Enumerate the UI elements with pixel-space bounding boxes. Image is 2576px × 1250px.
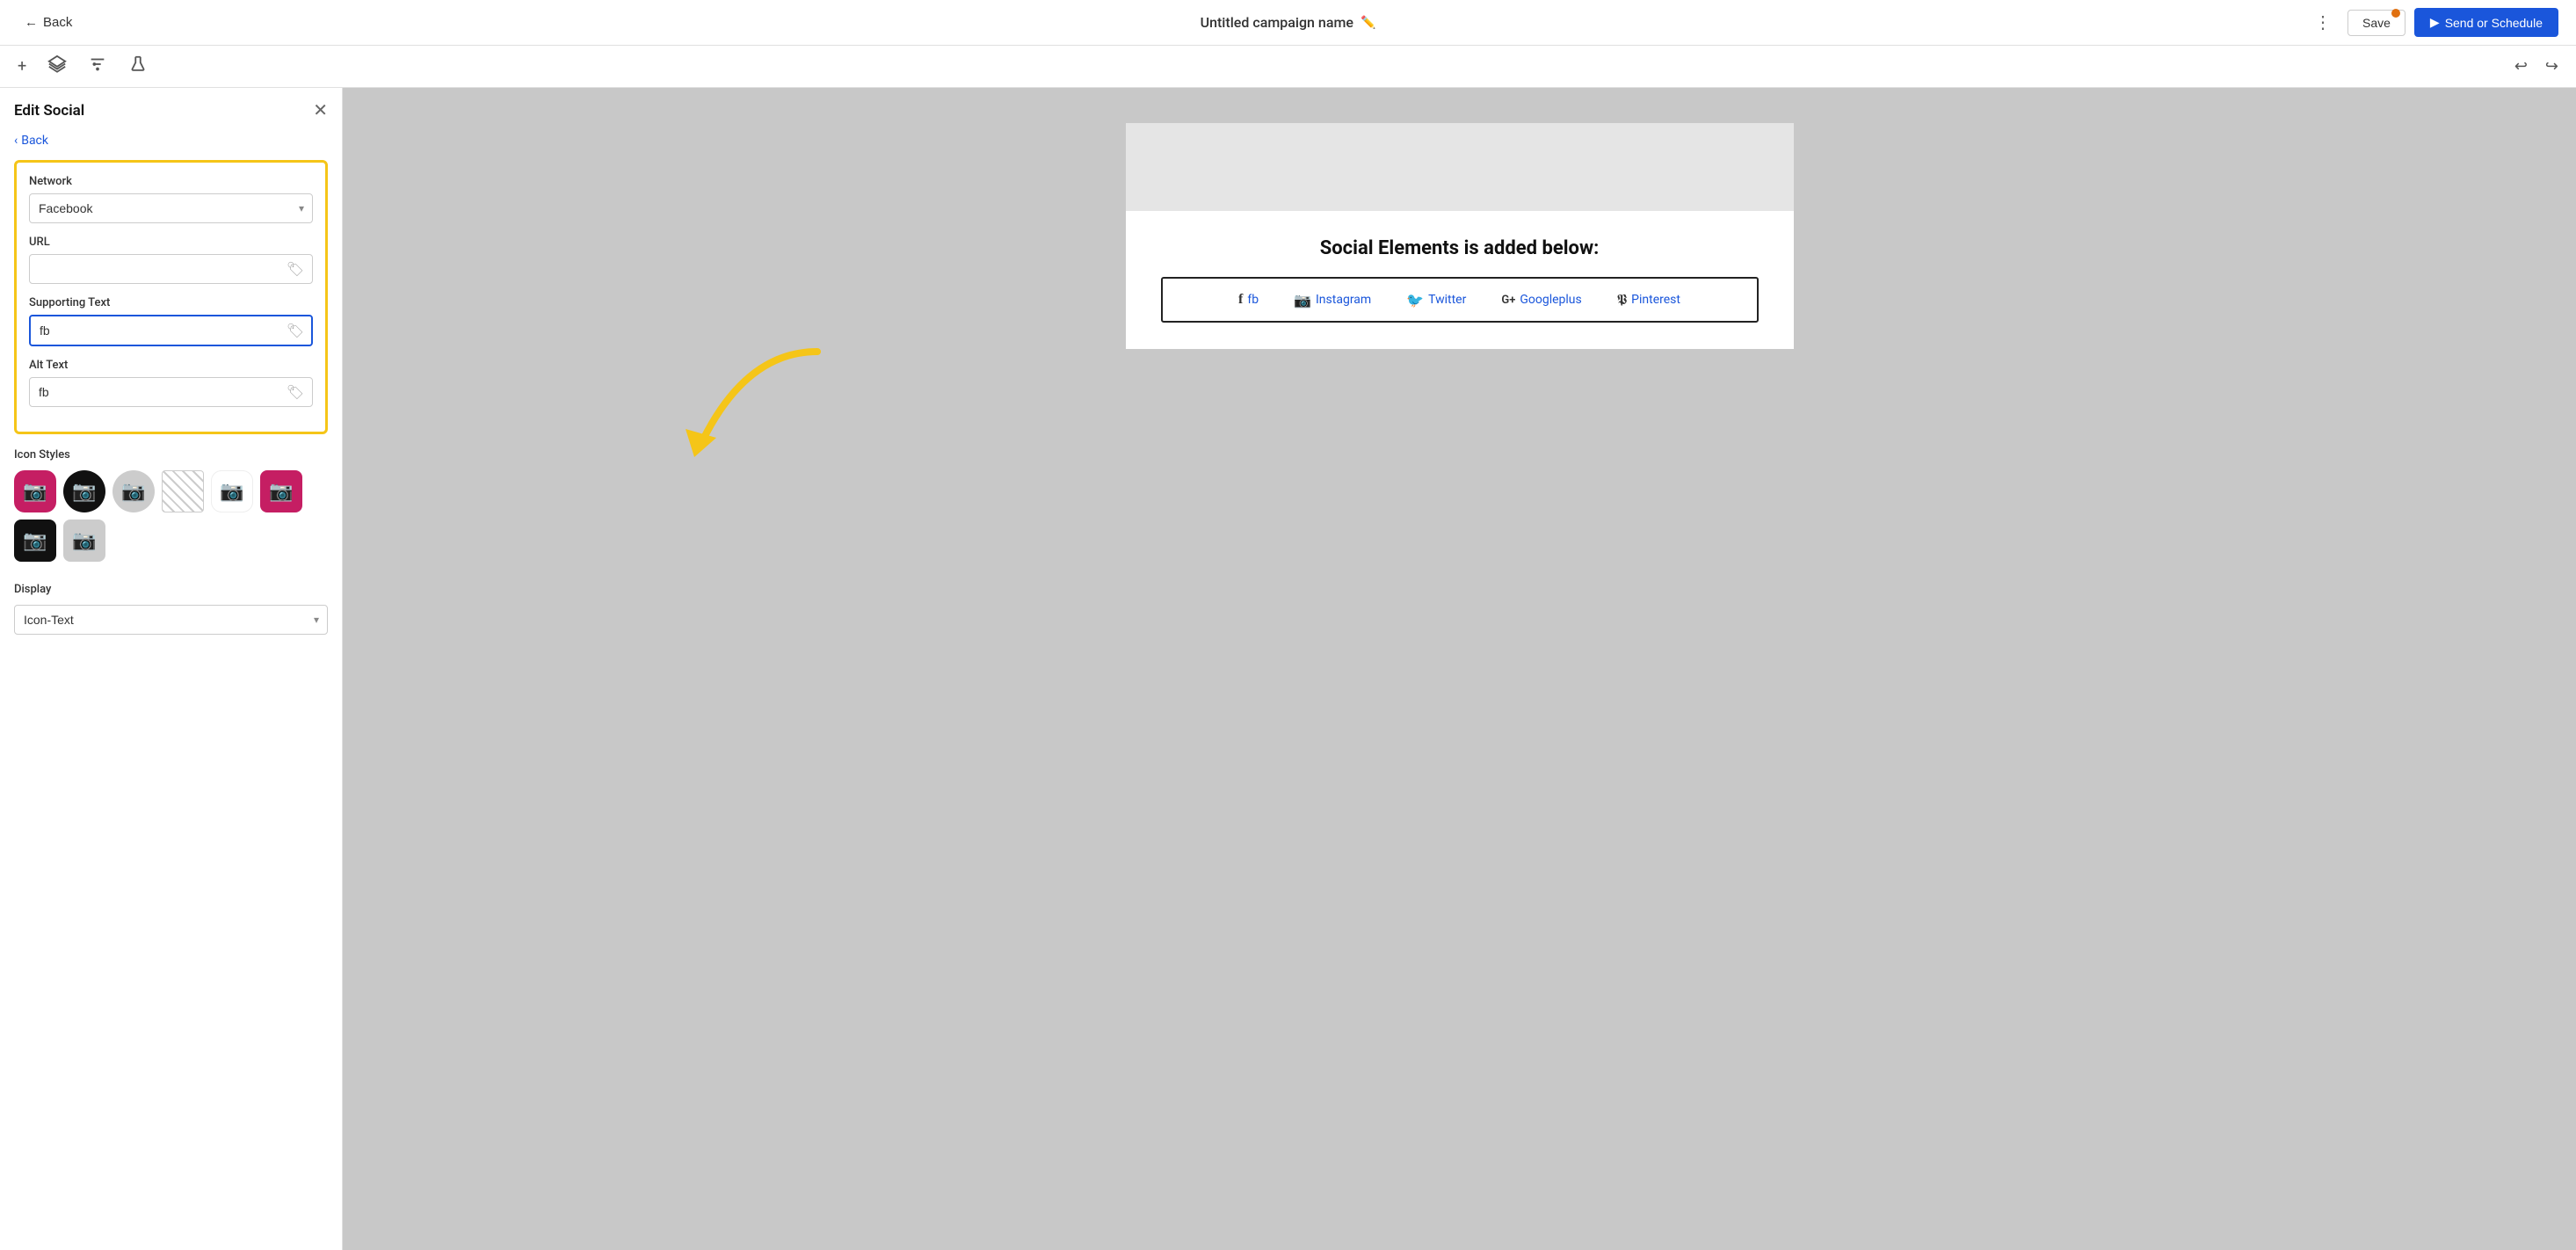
twitter-icon: 🐦: [1406, 292, 1424, 309]
add-element-button[interactable]: +: [14, 54, 30, 79]
send-icon: ▶: [2430, 15, 2440, 30]
arrow-annotation: [677, 334, 835, 478]
url-group: URL 🏷: [29, 236, 313, 284]
icon-style-3-icon: 📷: [121, 481, 145, 503]
display-select-wrapper: Icon-Text Icon Text ▾: [14, 605, 328, 635]
icon-style-2-icon: 📷: [72, 481, 96, 503]
url-input-wrapper: 🏷: [29, 254, 313, 284]
display-label: Display: [14, 583, 328, 596]
edit-pencil-icon[interactable]: ✏️: [1361, 16, 1375, 30]
social-bar-title: Social Elements is added below:: [1126, 211, 1794, 277]
googleplus-icon: G+: [1501, 294, 1515, 307]
alt-text-label: Alt Text: [29, 359, 313, 372]
back-chevron-icon: ‹: [14, 134, 18, 148]
back-link[interactable]: ‹ Back: [14, 134, 328, 148]
network-select-wrapper: Facebook Twitter Instagram LinkedIn Pint…: [29, 193, 313, 223]
sidebar: Edit Social ✕ ‹ Back Network Facebook Tw…: [0, 88, 343, 1250]
social-item-pinterest[interactable]: 𝕻 Pinterest: [1617, 291, 1680, 309]
social-item-googleplus[interactable]: G+ Googleplus: [1501, 293, 1581, 307]
icon-styles-label: Icon Styles: [14, 448, 328, 461]
alt-text-tag-icon: 🏷: [287, 384, 304, 401]
url-tag-icon: 🏷: [287, 261, 304, 278]
undo-icon[interactable]: ↩: [2511, 54, 2531, 79]
pinterest-label: Pinterest: [1631, 293, 1680, 307]
close-sidebar-button[interactable]: ✕: [313, 102, 328, 120]
supporting-text-tag-icon: 🏷: [287, 323, 304, 339]
main-content: Edit Social ✕ ‹ Back Network Facebook Tw…: [0, 88, 2576, 1250]
filter-icon[interactable]: [84, 51, 111, 82]
icon-style-6[interactable]: 📷: [260, 470, 302, 512]
icon-style-7[interactable]: 📷: [14, 520, 56, 562]
icon-style-3[interactable]: 📷: [112, 470, 155, 512]
back-label: Back: [43, 15, 72, 30]
icon-styles-grid: 📷 📷 📷 📷 📷 📷: [14, 470, 328, 562]
email-card: Social Elements is added below: f fb 📷 I…: [1126, 123, 1794, 349]
icon-style-8-icon: 📷: [72, 530, 96, 552]
icon-style-6-icon: 📷: [269, 481, 293, 503]
alt-text-input[interactable]: [29, 377, 313, 407]
instagram-icon: 📷: [1294, 292, 1311, 309]
icon-style-7-icon: 📷: [23, 530, 47, 552]
back-link-label: Back: [21, 134, 48, 148]
icon-style-8[interactable]: 📷: [63, 520, 105, 562]
layers-icon[interactable]: [44, 51, 70, 82]
url-input[interactable]: [29, 254, 313, 284]
network-label: Network: [29, 175, 313, 188]
icon-style-5-icon: 📷: [220, 481, 243, 503]
sidebar-header: Edit Social ✕: [14, 102, 328, 120]
supporting-text-label: Supporting Text: [29, 296, 313, 309]
send-label: Send or Schedule: [2445, 16, 2543, 30]
social-item-facebook[interactable]: f fb: [1238, 292, 1259, 308]
campaign-title: Untitled campaign name: [1201, 14, 1353, 31]
pinterest-icon: 𝕻: [1617, 291, 1627, 309]
display-section: Display Icon-Text Icon Text ▾: [14, 583, 328, 635]
toolbar-left: +: [14, 51, 151, 82]
icon-style-2[interactable]: 📷: [63, 470, 105, 512]
redo-icon[interactable]: ↪: [2542, 54, 2562, 79]
icon-style-1-icon: 📷: [23, 481, 47, 503]
social-bar: f fb 📷 Instagram 🐦 Twitter G+: [1161, 277, 1759, 323]
back-arrow-icon: ←: [25, 15, 38, 30]
more-options-button[interactable]: ⋮: [2307, 8, 2339, 37]
icon-style-4[interactable]: [162, 470, 204, 512]
alt-text-input-wrapper: 🏷: [29, 377, 313, 407]
header-right: ⋮ Save ▶ Send or Schedule: [2307, 8, 2558, 37]
network-select[interactable]: Facebook Twitter Instagram LinkedIn Pint…: [29, 193, 313, 223]
header-left: ← Back: [18, 11, 79, 33]
header-center: Untitled campaign name ✏️: [1201, 14, 1376, 31]
twitter-label: Twitter: [1428, 293, 1466, 307]
googleplus-label: Googleplus: [1520, 293, 1581, 307]
social-item-instagram[interactable]: 📷 Instagram: [1294, 292, 1371, 309]
canvas: Social Elements is added below: f fb 📷 I…: [343, 88, 2576, 1250]
alt-text-group: Alt Text 🏷: [29, 359, 313, 407]
instagram-label: Instagram: [1316, 293, 1371, 307]
flask-icon[interactable]: [125, 51, 151, 82]
header: ← Back Untitled campaign name ✏️ ⋮ Save …: [0, 0, 2576, 46]
supporting-text-group: Supporting Text 🏷: [29, 296, 313, 346]
toolbar-right: ↩ ↪: [2511, 54, 2562, 79]
icon-style-5[interactable]: 📷: [211, 470, 253, 512]
social-item-twitter[interactable]: 🐦 Twitter: [1406, 292, 1466, 309]
toolbar: + ↩ ↪: [0, 46, 2576, 88]
facebook-label: fb: [1247, 293, 1259, 307]
back-button[interactable]: ← Back: [18, 11, 79, 33]
edit-social-section: Network Facebook Twitter Instagram Linke…: [14, 160, 328, 434]
supporting-text-input[interactable]: [29, 315, 313, 346]
notification-dot: [2391, 9, 2400, 18]
network-group: Network Facebook Twitter Instagram Linke…: [29, 175, 313, 223]
sidebar-title: Edit Social: [14, 102, 84, 120]
display-select[interactable]: Icon-Text Icon Text: [14, 605, 328, 635]
facebook-icon: f: [1238, 292, 1243, 308]
icon-styles-section: Icon Styles 📷 📷 📷 📷 📷: [14, 448, 328, 579]
send-or-schedule-button[interactable]: ▶ Send or Schedule: [2414, 8, 2558, 37]
icon-style-1[interactable]: 📷: [14, 470, 56, 512]
url-label: URL: [29, 236, 313, 249]
email-header-section: [1126, 123, 1794, 211]
supporting-text-input-wrapper: 🏷: [29, 315, 313, 346]
